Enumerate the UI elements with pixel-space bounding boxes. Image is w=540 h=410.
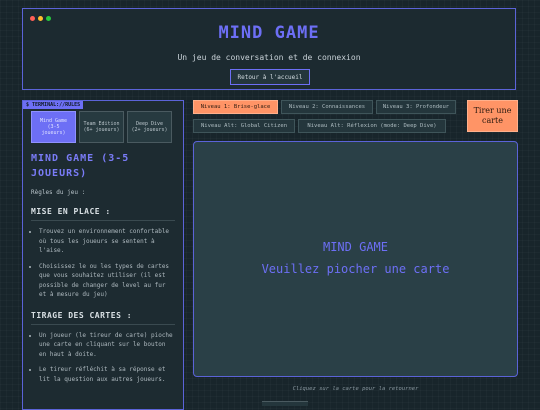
- card-title: MIND GAME: [322, 240, 389, 254]
- list-item: Un joueur (le tireur de carte) pioche un…: [39, 331, 175, 360]
- mode-team-edition[interactable]: Team Edition (6+ joueurs): [79, 111, 124, 143]
- mode-mind-game[interactable]: Mind Game (3-5 joueurs): [31, 111, 76, 143]
- section-heading-draw: TIRAGE DES CARTES :: [31, 311, 175, 325]
- level-3-button[interactable]: Niveau 3: Profondeur: [376, 100, 456, 114]
- flip-hint: Cliquez sur la carte pour la retourner: [292, 386, 419, 392]
- mode-deep-dive[interactable]: Deep Dive (2+ joueurs): [127, 111, 172, 143]
- rules-sidebar: $ TERMINAL://RULES Mind Game (3-5 joueur…: [22, 100, 184, 410]
- page-subtitle: Un jeu de conversation et de connexion: [177, 53, 361, 62]
- header-panel: MIND GAME Un jeu de conversation et de c…: [22, 8, 516, 90]
- list-item: Choisissez le ou les types de cartes que…: [39, 262, 175, 300]
- setup-list: Trouvez un environnement confortable où …: [31, 227, 175, 300]
- list-item: Le tireur réfléchit à sa réponse et lit …: [39, 365, 175, 384]
- level-alt-global-button[interactable]: Niveau Alt: Global Citizen: [193, 119, 295, 133]
- page-title: MIND GAME: [218, 23, 320, 43]
- rules-title: MIND GAME (3-5 JOUEURS): [31, 153, 130, 179]
- rules-content: MIND GAME (3-5 JOUEURS) Règles du jeu : …: [31, 151, 175, 390]
- level-alt-reflexion-button[interactable]: Niveau Alt: Réflexion (mode: Deep Dive): [298, 119, 446, 133]
- game-card[interactable]: MIND GAME Veuillez piocher une carte: [193, 141, 518, 377]
- bottom-control[interactable]: [262, 401, 308, 406]
- maximize-dot-icon: [46, 16, 51, 21]
- section-heading-setup: MISE EN PLACE :: [31, 207, 175, 221]
- list-item: Trouvez un environnement confortable où …: [39, 227, 175, 256]
- close-dot-icon: [30, 16, 35, 21]
- rules-intro: Règles du jeu :: [31, 189, 86, 196]
- window-controls: [30, 16, 51, 21]
- card-text: Veuillez piocher une carte: [261, 262, 450, 276]
- level-2-button[interactable]: Niveau 2: Connaissances: [281, 100, 373, 114]
- home-button[interactable]: Retour à l'accueil: [230, 69, 310, 85]
- minimize-dot-icon: [38, 16, 43, 21]
- mode-selector: Mind Game (3-5 joueurs) Team Edition (6+…: [31, 111, 172, 143]
- draw-card-button[interactable]: Tirer une carte: [467, 100, 518, 132]
- level-1-button[interactable]: Niveau 1: Brise-glace: [193, 100, 278, 114]
- terminal-label: $ TERMINAL://RULES: [23, 101, 84, 109]
- draw-list: Un joueur (le tireur de carte) pioche un…: [31, 331, 175, 385]
